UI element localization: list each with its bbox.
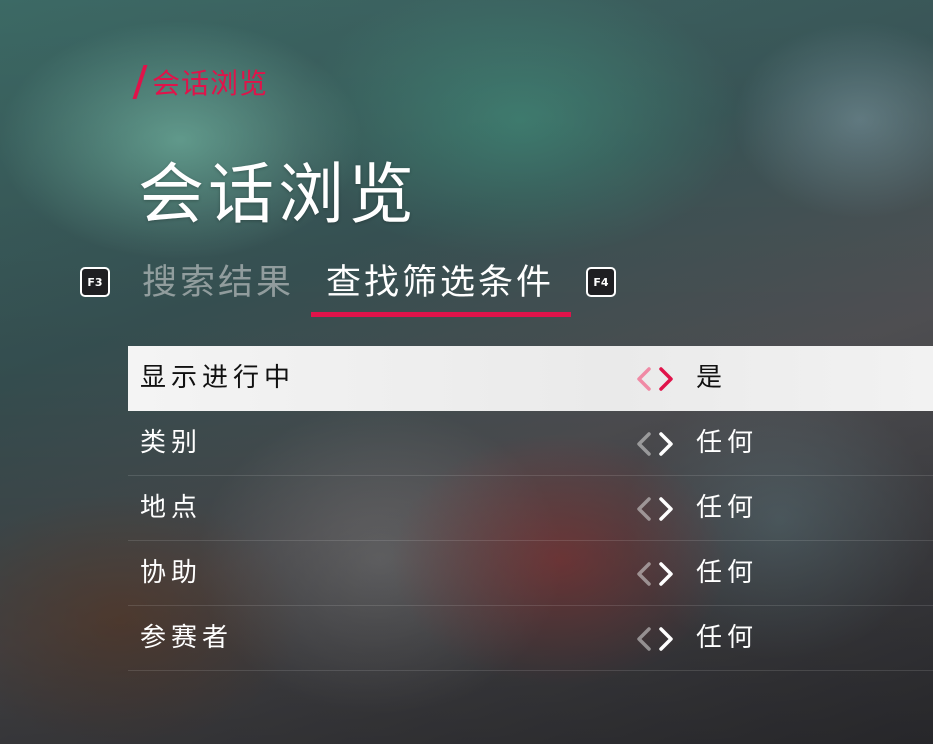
filter-value: 任何 <box>696 493 759 523</box>
filter-label: 地点 <box>140 493 203 523</box>
breadcrumb: 会话浏览 <box>132 62 269 102</box>
next-tab-key-badge[interactable]: F4 <box>586 267 616 297</box>
filter-value: 是 <box>696 363 728 393</box>
chevron-right-icon[interactable] <box>656 626 676 652</box>
filter-row-location[interactable]: 地点 任何 <box>128 476 933 541</box>
filter-label: 参赛者 <box>140 623 234 653</box>
filter-label: 类别 <box>140 428 203 458</box>
filter-label: 协助 <box>140 558 203 588</box>
chevron-right-icon[interactable] <box>656 561 676 587</box>
chevron-right-icon[interactable] <box>656 366 676 392</box>
tab-search-results[interactable]: 搜索结果 <box>142 258 294 308</box>
prev-tab-key-badge[interactable]: F3 <box>80 267 110 297</box>
breadcrumb-label: 会话浏览 <box>152 67 269 100</box>
chevron-left-icon[interactable] <box>634 561 654 587</box>
chevron-left-icon[interactable] <box>634 366 654 392</box>
page-title: 会话浏览 <box>138 156 418 233</box>
value-selector[interactable] <box>634 496 676 522</box>
chevron-left-icon[interactable] <box>634 496 654 522</box>
filter-value: 任何 <box>696 428 759 458</box>
filter-row-show-in-progress[interactable]: 显示进行中 是 <box>128 346 933 411</box>
chevron-right-icon[interactable] <box>656 431 676 457</box>
chevron-right-icon[interactable] <box>656 496 676 522</box>
filter-label: 显示进行中 <box>140 363 296 393</box>
value-selector[interactable] <box>634 626 676 652</box>
active-tab-underline <box>311 312 571 317</box>
filter-row-assists[interactable]: 协助 任何 <box>128 541 933 606</box>
chevron-left-icon[interactable] <box>634 626 654 652</box>
value-selector[interactable] <box>634 431 676 457</box>
filter-row-participants[interactable]: 参赛者 任何 <box>128 606 933 671</box>
filter-list: 显示进行中 是 类别 任何 地点 任何 协助 任何 参赛者 任何 <box>128 346 933 671</box>
value-selector[interactable] <box>634 561 676 587</box>
tab-find-filters[interactable]: 查找筛选条件 <box>326 258 554 308</box>
filter-value: 任何 <box>696 623 759 653</box>
chevron-left-icon[interactable] <box>634 431 654 457</box>
filter-value: 任何 <box>696 558 759 588</box>
value-selector[interactable] <box>634 366 676 392</box>
filter-row-category[interactable]: 类别 任何 <box>128 411 933 476</box>
